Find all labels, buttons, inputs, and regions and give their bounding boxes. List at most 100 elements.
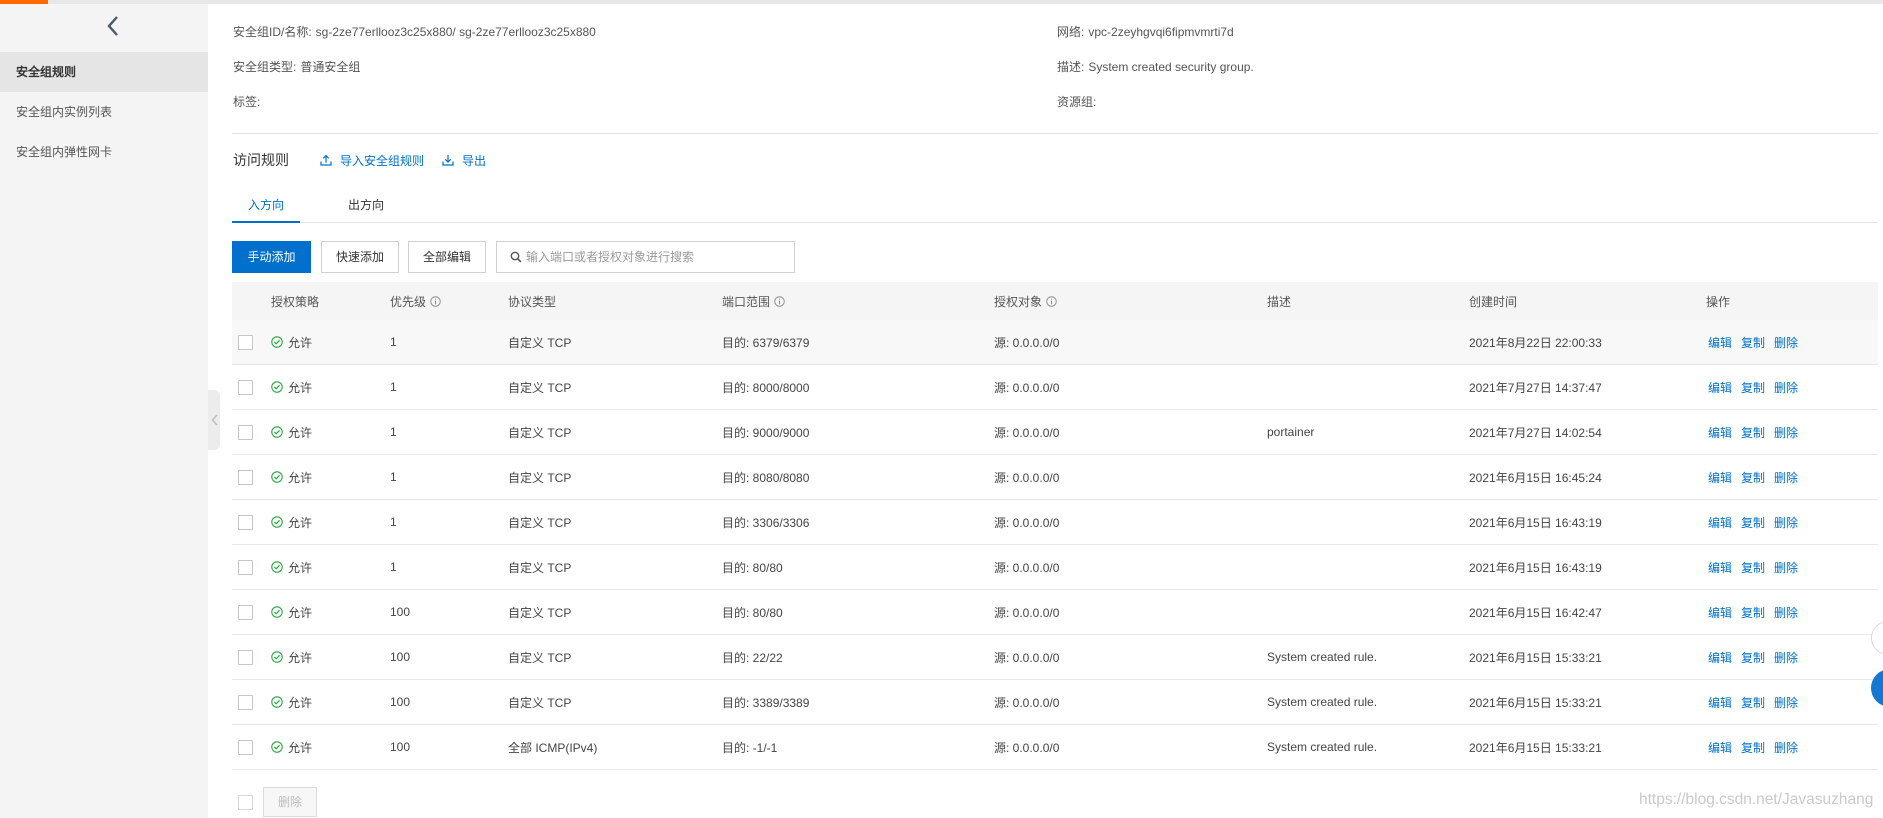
edit-link[interactable]: 编辑 [1708, 334, 1732, 351]
delete-link[interactable]: 删除 [1774, 559, 1798, 576]
port-range-value: 目的: 3306/3306 [722, 515, 810, 530]
cell-description [1267, 320, 1469, 364]
copy-link[interactable]: 复制 [1741, 739, 1765, 756]
delete-link[interactable]: 删除 [1774, 469, 1798, 486]
copy-link[interactable]: 复制 [1741, 694, 1765, 711]
tab-outbound[interactable]: 出方向 [332, 190, 400, 223]
column-header-label: 授权对象 [994, 294, 1043, 309]
row-checkbox[interactable] [238, 694, 253, 710]
row-checkbox[interactable] [238, 334, 253, 350]
created-value: 2021年6月15日 15:33:21 [1469, 650, 1602, 665]
copy-link[interactable]: 复制 [1741, 649, 1765, 666]
cell-policy: 允许 [271, 725, 390, 769]
cell-policy: 允许 [271, 635, 390, 679]
copy-link[interactable]: 复制 [1741, 334, 1765, 351]
column-header-port-range: 端口范围 [722, 282, 994, 320]
cell-description [1267, 500, 1469, 544]
sidebar-item-security-group-rules[interactable]: 安全组规则 [0, 52, 208, 92]
floating-help-circle [1871, 669, 1883, 707]
cell-description: System created rule. [1267, 680, 1469, 724]
delete-link[interactable]: 删除 [1774, 649, 1798, 666]
row-checkbox[interactable] [238, 424, 253, 440]
batch-delete-button[interactable]: 删除 [263, 787, 317, 817]
edit-link[interactable]: 编辑 [1708, 469, 1732, 486]
cell-created: 2021年8月22日 22:00:33 [1469, 320, 1706, 364]
edit-link[interactable]: 编辑 [1708, 649, 1732, 666]
row-select-cell [232, 500, 271, 544]
cell-protocol: 自定义 TCP [508, 455, 722, 499]
cell-policy: 允许 [271, 500, 390, 544]
select-all-checkbox[interactable] [238, 795, 253, 810]
row-actions: 编辑 复制 删除 [1706, 680, 1878, 724]
info-label: 安全组类型: [233, 60, 297, 74]
sidebar-item-instances[interactable]: 安全组内实例列表 [0, 92, 208, 132]
sidebar-item-network-interfaces[interactable]: 安全组内弹性网卡 [0, 132, 208, 172]
edit-link[interactable]: 编辑 [1708, 514, 1732, 531]
auth-object-value: 源: 0.0.0.0/0 [994, 740, 1060, 755]
delete-link[interactable]: 删除 [1774, 334, 1798, 351]
copy-link[interactable]: 复制 [1741, 604, 1765, 621]
edit-link[interactable]: 编辑 [1708, 694, 1732, 711]
edit-link[interactable]: 编辑 [1708, 424, 1732, 441]
info-network: 网络: vpc-2zeyhgvqi6fipmvmrti7d [1057, 22, 1234, 42]
cell-policy: 允许 [271, 680, 390, 724]
search-input[interactable] [526, 242, 788, 272]
auth-object-value: 源: 0.0.0.0/0 [994, 425, 1060, 440]
auth-object-value: 源: 0.0.0.0/0 [994, 695, 1060, 710]
port-range-value: 目的: -1/-1 [722, 740, 778, 755]
cell-description [1267, 545, 1469, 589]
row-checkbox[interactable] [238, 604, 253, 620]
export-rules-link[interactable]: 导出 [442, 150, 486, 170]
protocol-value: 自定义 TCP [508, 380, 572, 395]
back-button[interactable] [101, 12, 125, 40]
delete-link[interactable]: 删除 [1774, 514, 1798, 531]
table-row: 允许 100 自定义 TCP 目的: 22/22 源: 0.0.0.0/0 System … [232, 635, 1878, 680]
delete-link[interactable]: 删除 [1774, 424, 1798, 441]
delete-link[interactable]: 删除 [1774, 379, 1798, 396]
cell-priority: 1 [390, 320, 508, 364]
delete-link[interactable]: 删除 [1774, 604, 1798, 621]
floating-help-button[interactable] [1871, 668, 1883, 708]
row-checkbox[interactable] [238, 469, 253, 485]
delete-link[interactable]: 删除 [1774, 694, 1798, 711]
floating-tool-circle [1871, 621, 1883, 655]
cell-port-range: 目的: 80/80 [722, 545, 994, 589]
row-select-cell [232, 410, 271, 454]
edit-link[interactable]: 编辑 [1708, 379, 1732, 396]
cell-policy: 允许 [271, 590, 390, 634]
manual-add-button[interactable]: 手动添加 [232, 241, 311, 273]
priority-value: 100 [390, 605, 411, 619]
protocol-value: 自定义 TCP [508, 560, 572, 575]
search-icon [510, 251, 522, 263]
row-checkbox[interactable] [238, 649, 253, 665]
tab-inbound[interactable]: 入方向 [232, 190, 300, 223]
column-header-auth-object: 授权对象 [994, 282, 1267, 320]
edit-link[interactable]: 编辑 [1708, 559, 1732, 576]
row-checkbox[interactable] [238, 739, 253, 755]
quick-add-button[interactable]: 快速添加 [321, 241, 399, 273]
cell-description: System created rule. [1267, 725, 1469, 769]
policy-value: 允许 [288, 695, 313, 710]
edit-all-button[interactable]: 全部编辑 [408, 241, 486, 273]
floating-tool-button[interactable] [1871, 620, 1883, 656]
cell-description [1267, 365, 1469, 409]
sidebar-collapse-handle[interactable] [208, 390, 220, 450]
copy-link[interactable]: 复制 [1741, 379, 1765, 396]
table-header: 授权策略 优先级 协议类型 端口范围 授权对象 描述 创建时间 操作 [232, 282, 1878, 320]
cell-protocol: 全部 ICMP(IPv4) [508, 725, 722, 769]
edit-link[interactable]: 编辑 [1708, 604, 1732, 621]
row-checkbox[interactable] [238, 559, 253, 575]
delete-link[interactable]: 删除 [1774, 739, 1798, 756]
row-checkbox[interactable] [238, 379, 253, 395]
edit-link[interactable]: 编辑 [1708, 739, 1732, 756]
column-header-actions: 操作 [1706, 282, 1878, 320]
created-value: 2021年6月15日 16:43:19 [1469, 560, 1602, 575]
row-checkbox[interactable] [238, 514, 253, 530]
import-rules-link[interactable]: 导入安全组规则 [320, 150, 424, 170]
info-label: 安全组ID/名称: [233, 25, 312, 39]
copy-link[interactable]: 复制 [1741, 514, 1765, 531]
table-body: 允许 1 自定义 TCP 目的: 6379/6379 源: 0.0.0.0/0 2021年… [232, 320, 1878, 770]
copy-link[interactable]: 复制 [1741, 424, 1765, 441]
copy-link[interactable]: 复制 [1741, 559, 1765, 576]
copy-link[interactable]: 复制 [1741, 469, 1765, 486]
